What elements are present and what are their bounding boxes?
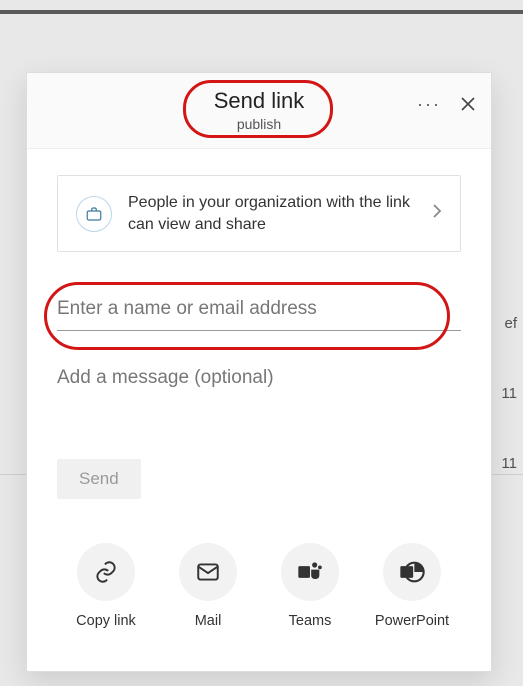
close-icon — [460, 96, 476, 112]
share-label: PowerPoint — [375, 613, 449, 629]
mail-icon — [179, 543, 237, 601]
recipient-input[interactable] — [57, 292, 461, 331]
link-permissions-text: People in your organization with the lin… — [128, 192, 416, 235]
dialog-header: Send link publish ··· — [27, 73, 491, 149]
svg-text:P: P — [404, 569, 410, 579]
share-label: Mail — [195, 613, 222, 629]
svg-text:T: T — [301, 569, 308, 579]
chevron-right-icon — [432, 203, 442, 224]
more-options-button[interactable]: ··· — [417, 95, 441, 113]
message-input[interactable] — [57, 365, 461, 391]
send-link-dialog: Send link publish ··· People in your org… — [26, 72, 492, 672]
teams-icon: T — [281, 543, 339, 601]
share-mail[interactable]: Mail — [159, 543, 257, 629]
powerpoint-icon: P — [383, 543, 441, 601]
bg-row-value: 11 — [501, 385, 523, 402]
bg-truncated-header: ef — [504, 315, 523, 332]
dialog-body: People in your organization with the lin… — [27, 149, 491, 649]
share-powerpoint[interactable]: P PowerPoint — [363, 543, 461, 629]
window-top-border — [0, 10, 523, 14]
share-copy-link[interactable]: Copy link — [57, 543, 155, 629]
share-label: Copy link — [76, 613, 136, 629]
bg-row-value: 11 — [501, 455, 523, 472]
share-label: Teams — [289, 613, 332, 629]
close-button[interactable] — [459, 95, 477, 113]
link-permissions-button[interactable]: People in your organization with the lin… — [57, 175, 461, 252]
dialog-title: Send link — [214, 89, 305, 113]
dialog-subtitle: publish — [237, 116, 281, 132]
share-teams[interactable]: T Teams — [261, 543, 359, 629]
share-targets-row: Copy link Mail T Teams P PowerPoint — [57, 543, 461, 629]
briefcase-icon — [76, 196, 112, 232]
link-icon — [77, 543, 135, 601]
send-button[interactable]: Send — [57, 459, 141, 499]
